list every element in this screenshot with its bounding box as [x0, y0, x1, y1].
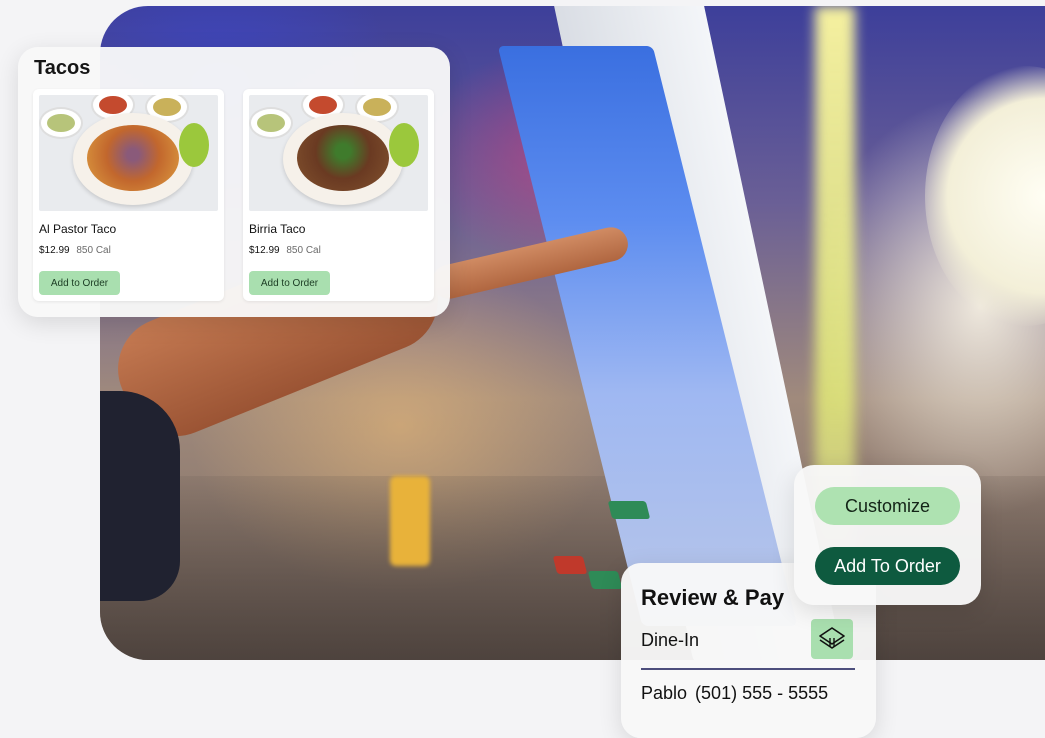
- customize-button[interactable]: Customize: [815, 487, 960, 525]
- menu-item-card[interactable]: Birria Taco $12.99 850 Cal Add to Order: [243, 89, 434, 301]
- taco: [297, 125, 389, 191]
- add-to-order-button[interactable]: Add to Order: [39, 271, 120, 295]
- birria-taco-image: [249, 95, 428, 211]
- menu-item-calories: 850 Cal: [76, 245, 111, 256]
- menu-item-calories: 850 Cal: [286, 245, 321, 256]
- lamp: [925, 66, 1045, 326]
- tacos-menu-card: Tacos Al Pastor Taco $12.99 850 Cal Add …: [18, 47, 450, 317]
- taco: [87, 125, 179, 191]
- dine-in-tray-icon[interactable]: [811, 619, 853, 659]
- category-title: Tacos: [34, 57, 91, 79]
- sleeve: [100, 391, 180, 601]
- tray-icon-graphic: [819, 627, 845, 649]
- kiosk-screen-green-button: [587, 571, 623, 589]
- al-pastor-taco-image: [39, 95, 218, 211]
- lime-wedge: [389, 123, 419, 167]
- divider: [641, 668, 855, 670]
- menu-item-meta: $12.99 850 Cal: [39, 245, 111, 256]
- kiosk-screen-red-button: [552, 556, 588, 574]
- menu-item-name: Birria Taco: [249, 222, 306, 236]
- sauce-bottle: [390, 476, 430, 566]
- salsa-bowl: [249, 107, 293, 139]
- add-to-order-button[interactable]: Add to Order: [249, 271, 330, 295]
- menu-item-meta: $12.99 850 Cal: [249, 245, 321, 256]
- menu-item-price: $12.99: [39, 245, 70, 256]
- customer-name: Pablo: [641, 683, 688, 703]
- customer-info: Pablo (501) 555 - 5555: [641, 683, 828, 704]
- item-actions-card: Customize Add To Order: [794, 465, 981, 605]
- review-title: Review & Pay: [641, 585, 785, 610]
- guacamole-bowl: [39, 107, 83, 139]
- kiosk-screen-green-button-top: [607, 501, 651, 519]
- order-type-label: Dine-In: [641, 630, 700, 650]
- menu-item-price: $12.99: [249, 245, 280, 256]
- add-to-order-primary-button[interactable]: Add To Order: [815, 547, 960, 585]
- menu-item-card[interactable]: Al Pastor Taco $12.99 850 Cal Add to Ord…: [33, 89, 224, 301]
- lime-wedge: [179, 123, 209, 167]
- customer-phone: (501) 555 - 5555: [695, 683, 829, 703]
- menu-item-name: Al Pastor Taco: [39, 222, 117, 236]
